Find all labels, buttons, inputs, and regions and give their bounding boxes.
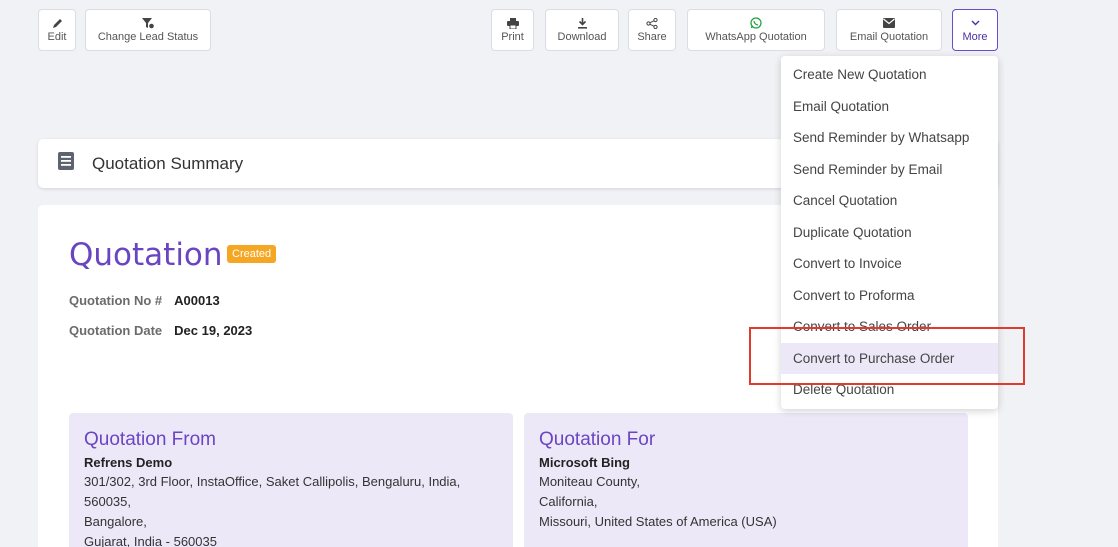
email-quotation-button[interactable]: Email Quotation: [836, 9, 942, 51]
share-button[interactable]: Share: [628, 9, 676, 51]
chevron-down-icon: [971, 18, 980, 29]
email-quotation-label: Email Quotation: [849, 30, 929, 43]
edit-button[interactable]: Edit: [38, 9, 76, 51]
menu-item-cancel-quotation[interactable]: Cancel Quotation: [781, 185, 998, 217]
quotation-from-name: Refrens Demo: [84, 455, 173, 470]
more-button[interactable]: More: [952, 9, 998, 51]
quotation-for-card: Quotation For Microsoft Bing Moniteau Co…: [524, 413, 968, 547]
menu-item-create-new-quotation[interactable]: Create New Quotation: [781, 59, 998, 91]
edit-label: Edit: [47, 30, 67, 43]
address-line: 560035,: [84, 494, 131, 509]
more-label: More: [962, 30, 988, 43]
document-list-icon: [58, 152, 74, 175]
quotation-date-row: Quotation Date Dec 19, 2023: [69, 323, 252, 338]
print-button[interactable]: Print: [491, 9, 534, 51]
share-label: Share: [637, 30, 667, 43]
menu-item-send-reminder-whatsapp[interactable]: Send Reminder by Whatsapp: [781, 122, 998, 154]
menu-item-convert-to-proforma[interactable]: Convert to Proforma: [781, 280, 998, 312]
address-line: Missouri, United States of America (USA): [539, 514, 777, 529]
download-icon: [577, 17, 588, 29]
envelope-icon: [883, 18, 895, 29]
menu-item-email-quotation[interactable]: Email Quotation: [781, 91, 998, 123]
quotation-summary-title: Quotation Summary: [92, 153, 244, 173]
printer-icon: [506, 17, 519, 29]
highlight-annotation-box: [749, 327, 1025, 385]
quotation-from-heading: Quotation From: [84, 429, 216, 450]
change-lead-status-label: Change Lead Status: [97, 30, 199, 43]
print-label: Print: [501, 30, 524, 43]
menu-item-convert-to-invoice[interactable]: Convert to Invoice: [781, 248, 998, 280]
whatsapp-quotation-label: WhatsApp Quotation: [705, 30, 807, 43]
change-lead-status-button[interactable]: Change Lead Status: [85, 9, 211, 51]
whatsapp-quotation-button[interactable]: WhatsApp Quotation: [687, 9, 825, 51]
download-label: Download: [557, 30, 607, 43]
whatsapp-icon: [750, 17, 762, 29]
address-line: California,: [539, 494, 598, 509]
filter-icon: [142, 17, 154, 29]
quotation-for-name: Microsoft Bing: [539, 455, 630, 470]
quotation-from-card: Quotation From Refrens Demo 301/302, 3rd…: [69, 413, 513, 547]
address-line: Bangalore,: [84, 514, 147, 529]
address-line: Gujarat, India - 560035: [84, 534, 217, 547]
quotation-title: Quotation: [69, 237, 223, 273]
menu-item-send-reminder-email[interactable]: Send Reminder by Email: [781, 154, 998, 186]
pencil-icon: [52, 18, 63, 29]
download-button[interactable]: Download: [545, 9, 619, 51]
quotation-for-heading: Quotation For: [539, 429, 656, 450]
quotation-number-row: Quotation No # A00013: [69, 293, 220, 308]
quotation-number-label: Quotation No #: [69, 293, 163, 308]
share-icon: [646, 17, 658, 29]
quotation-number-value: A00013: [174, 293, 220, 308]
quotation-date-label: Quotation Date: [69, 323, 163, 338]
status-badge: Created: [227, 245, 277, 263]
menu-item-duplicate-quotation[interactable]: Duplicate Quotation: [781, 217, 998, 249]
quotation-date-value: Dec 19, 2023: [174, 323, 253, 338]
address-line: Moniteau County,: [539, 474, 640, 489]
address-line: 301/302, 3rd Floor, InstaOffice, Saket C…: [84, 474, 461, 489]
